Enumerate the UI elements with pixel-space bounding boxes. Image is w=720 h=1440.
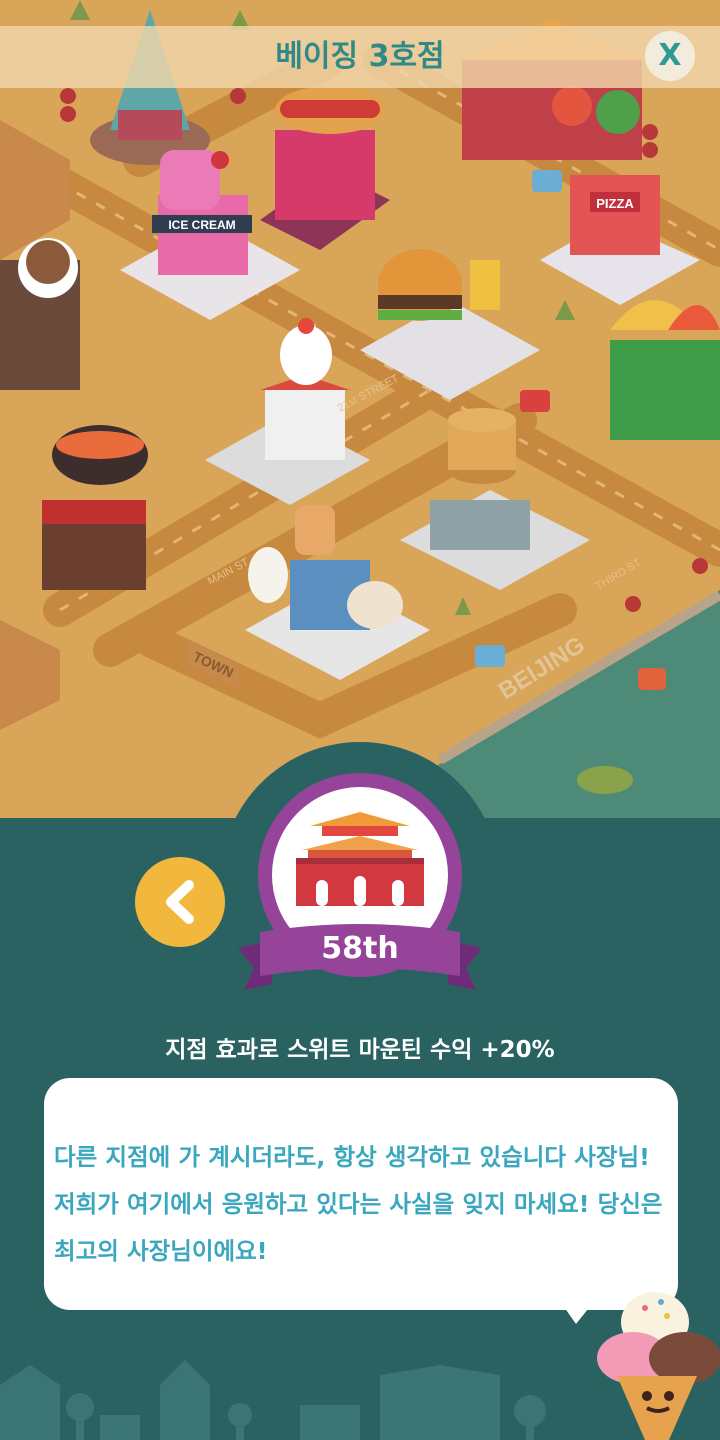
back-chevron-icon — [166, 880, 194, 924]
page-title: 베이징 3호점 — [275, 39, 445, 74]
branch-effect-text: 지점 효과로 스위트 마운틴 수익 +20% — [165, 1037, 555, 1063]
ice-cream-mascot-icon — [597, 1292, 720, 1440]
close-icon: X — [658, 38, 682, 73]
rank-label: 58th — [321, 931, 399, 966]
street-sign-third: THIRD ST — [594, 557, 644, 593]
speech-message: 다른 지점에 가 계시더라도, 항상 생각하고 있습니다 사장님! 저희가 여기… — [54, 1143, 663, 1265]
back-button[interactable] — [135, 857, 225, 947]
forbidden-city-icon — [296, 812, 424, 906]
speech-bubble-tail — [562, 1304, 592, 1324]
ice-cream-sign: ICE CREAM — [168, 218, 235, 232]
map-scenery: ICE CREAM PIZZA 21st STREET MAIN ST THIR… — [0, 0, 720, 830]
close-button[interactable]: X — [645, 31, 695, 81]
pizza-sign: PIZZA — [596, 196, 634, 211]
city-map[interactable]: ICE CREAM PIZZA 21st STREET MAIN ST THIR… — [0, 0, 720, 830]
